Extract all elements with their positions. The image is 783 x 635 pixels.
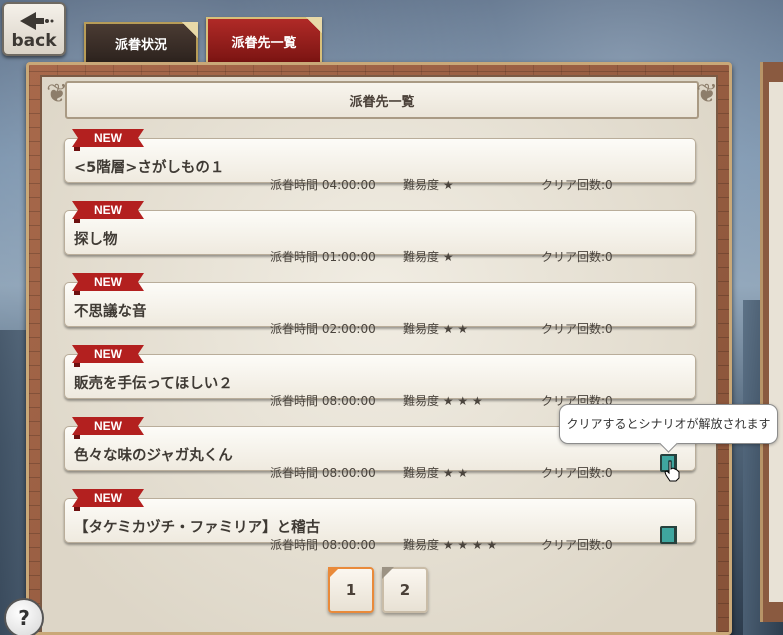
back-arrow-icon xyxy=(20,12,54,30)
mission-time: 派眷時間 08:00:00 xyxy=(270,538,376,552)
mission-difficulty: 難易度 ★ xyxy=(403,178,454,192)
new-badge-label: NEW xyxy=(94,131,122,145)
new-badge-label: NEW xyxy=(94,275,122,289)
mission-card[interactable]: <5階層>さがしもの１ 派眷時間 04:00:00 難易度 ★ クリア回数:0 xyxy=(64,138,696,192)
new-badge: NEW xyxy=(72,417,144,439)
mission-time: 派眷時間 02:00:00 xyxy=(270,322,376,336)
mission-card[interactable]: 探し物 派眷時間 01:00:00 難易度 ★ クリア回数:0 xyxy=(64,210,696,264)
mission-difficulty: 難易度 ★ ★ xyxy=(403,322,469,336)
mission-item[interactable]: 【タケミカヅチ・ファミリア】と稽古 派眷時間 08:00:00 難易度 ★ ★ … xyxy=(64,489,696,552)
adjacent-panel-inner xyxy=(769,82,783,602)
mission-title: <5階層>さがしもの１ xyxy=(74,160,225,176)
mission-difficulty: 難易度 ★ ★ ★ ★ xyxy=(403,538,498,552)
mission-time: 派眷時間 08:00:00 xyxy=(270,466,376,480)
page-button-2[interactable]: 2 xyxy=(382,567,428,613)
adjacent-panel xyxy=(760,62,783,622)
mission-item[interactable]: 販売を手伝ってほしい２ 派眷時間 08:00:00 難易度 ★ ★ ★ クリア回… xyxy=(64,345,696,408)
page-corner-decoration xyxy=(382,567,394,579)
dispatch-list-panel: ❦ 派眷先一覧 ❦ <5階層>さがしもの１ 派眷時間 04:00:00 難易度 … xyxy=(26,62,732,635)
mission-item[interactable]: 探し物 派眷時間 01:00:00 難易度 ★ クリア回数:0 NEW xyxy=(64,201,696,264)
mission-clear-count: クリア回数:0 xyxy=(541,250,613,264)
panel-title: 派眷先一覧 xyxy=(349,94,415,110)
mission-clear-count: クリア回数:0 xyxy=(541,178,613,192)
mission-time: 派眷時間 01:00:00 xyxy=(270,250,376,264)
mission-card[interactable]: 【タケミカヅチ・ファミリア】と稽古 派眷時間 08:00:00 難易度 ★ ★ … xyxy=(64,498,696,552)
mission-title: 探し物 xyxy=(74,232,118,248)
hand-cursor-icon xyxy=(664,460,680,482)
back-label: back xyxy=(11,31,57,51)
help-button[interactable]: ? xyxy=(4,598,44,635)
mission-card[interactable]: 不思議な音 派眷時間 02:00:00 難易度 ★ ★ クリア回数:0 xyxy=(64,282,696,336)
tab-corner-decoration xyxy=(306,17,322,33)
mission-clear-count: クリア回数:0 xyxy=(541,466,613,480)
new-badge: NEW xyxy=(72,129,144,151)
mission-difficulty: 難易度 ★ ★ ★ xyxy=(403,394,483,408)
mission-title: 不思議な音 xyxy=(74,304,147,320)
new-badge: NEW xyxy=(72,273,144,295)
tab-dispatch-status[interactable]: 派眷状況 xyxy=(84,22,198,64)
page-number: 1 xyxy=(345,581,357,599)
tab-label: 派眷状況 xyxy=(114,37,167,53)
back-button[interactable]: back xyxy=(2,2,66,56)
panel-header: 派眷先一覧 xyxy=(65,81,699,119)
page-corner-decoration xyxy=(328,567,340,579)
scroll-ornament-right-icon: ❦ xyxy=(696,79,718,109)
mission-item[interactable]: 不思議な音 派眷時間 02:00:00 難易度 ★ ★ クリア回数:0 NEW xyxy=(64,273,696,336)
mission-card[interactable]: 販売を手伝ってほしい２ 派眷時間 08:00:00 難易度 ★ ★ ★ クリア回… xyxy=(64,354,696,408)
new-badge: NEW xyxy=(72,489,144,511)
new-badge: NEW xyxy=(72,345,144,367)
mission-title: 色々な味のジャガ丸くん xyxy=(74,448,233,464)
mission-title: 【タケミカヅチ・ファミリア】と稽古 xyxy=(74,520,321,536)
mission-clear-count: クリア回数:0 xyxy=(541,538,613,552)
new-badge-label: NEW xyxy=(94,347,122,361)
scenario-unlock-tooltip: クリアするとシナリオが解放されます xyxy=(559,404,778,444)
page-number: 2 xyxy=(399,581,411,599)
new-badge-label: NEW xyxy=(94,491,122,505)
page-button-1[interactable]: 1 xyxy=(328,567,374,613)
mission-item[interactable]: <5階層>さがしもの１ 派眷時間 04:00:00 難易度 ★ クリア回数:0 … xyxy=(64,129,696,192)
scenario-book-icon[interactable] xyxy=(660,526,677,544)
mission-time: 派眷時間 08:00:00 xyxy=(270,394,376,408)
mission-time: 派眷時間 04:00:00 xyxy=(270,178,376,192)
tab-dispatch-list[interactable]: 派眷先一覧 xyxy=(206,17,322,65)
tab-label: 派眷先一覧 xyxy=(231,35,297,51)
mission-clear-count: クリア回数:0 xyxy=(541,322,613,336)
new-badge-label: NEW xyxy=(94,419,122,433)
mission-difficulty: 難易度 ★ xyxy=(403,250,454,264)
new-badge-label: NEW xyxy=(94,203,122,217)
new-badge: NEW xyxy=(72,201,144,223)
mission-title: 販売を手伝ってほしい２ xyxy=(74,376,233,392)
mission-difficulty: 難易度 ★ ★ xyxy=(403,466,469,480)
tab-corner-decoration xyxy=(182,22,198,38)
help-icon: ? xyxy=(18,606,30,630)
